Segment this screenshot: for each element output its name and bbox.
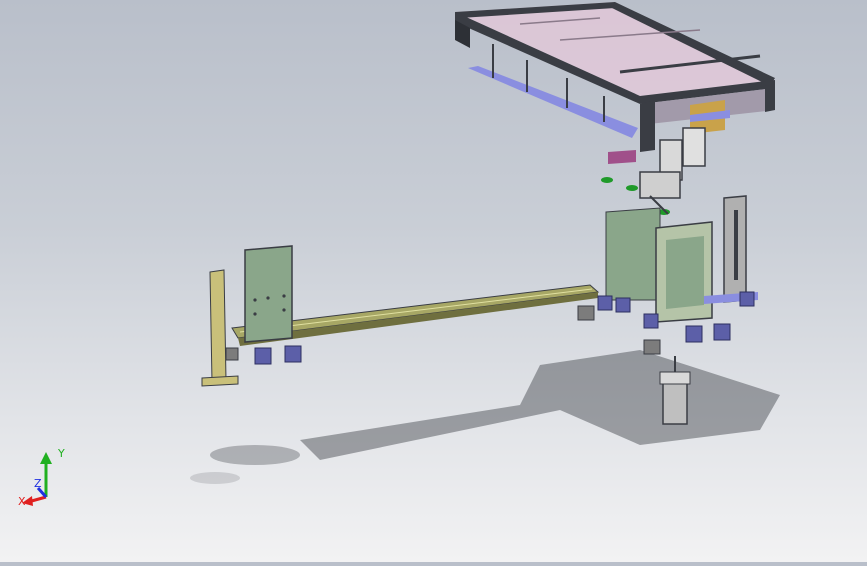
z-axis-label: Z [34,477,42,490]
cad-viewport[interactable] [0,0,867,562]
axis-triad-graphic: Y X Z [18,447,65,508]
model-shadow [190,350,780,484]
y-axis-arrowhead [40,452,52,464]
y-axis-label: Y [57,447,65,460]
axis-triad: Y X Z [18,442,78,512]
x-axis-label: X [18,495,26,508]
assembly-model[interactable] [0,0,867,562]
left-gripper[interactable] [201,245,293,387]
